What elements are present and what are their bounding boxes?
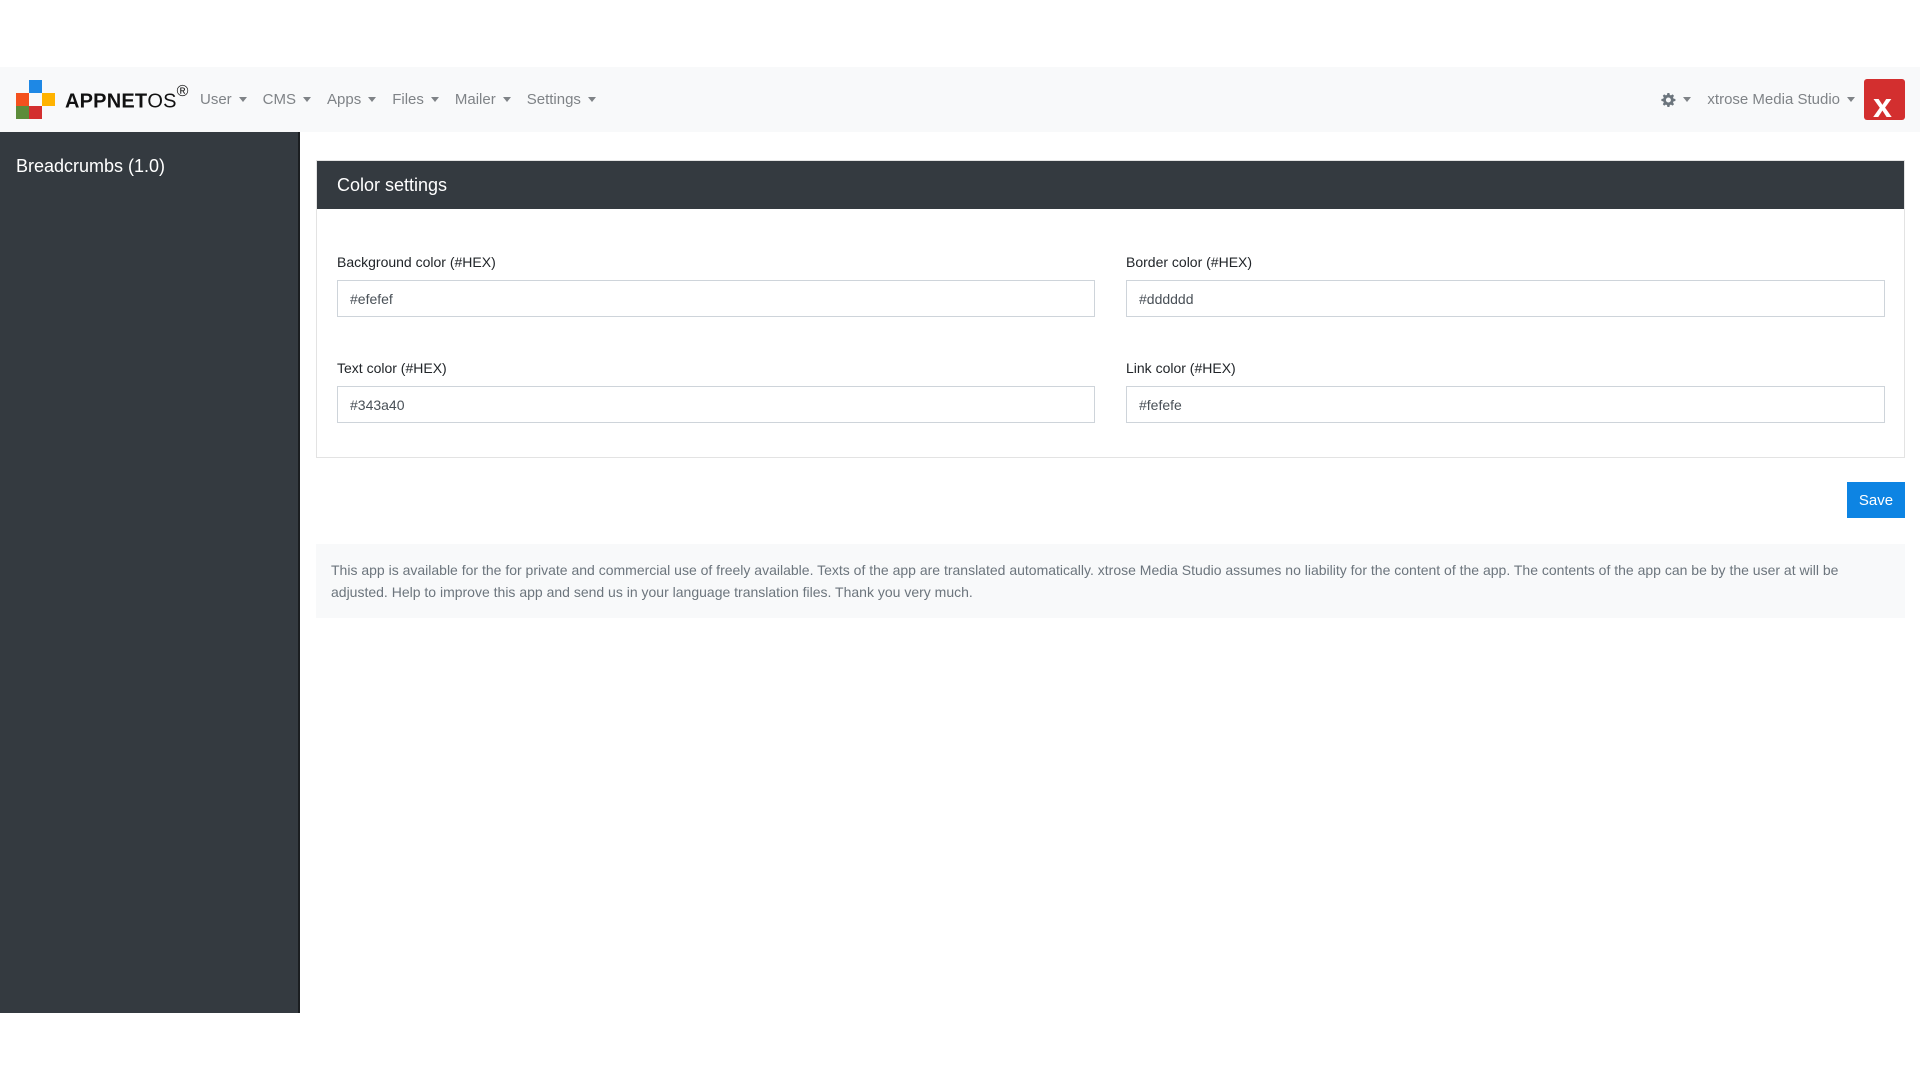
- caret-down-icon: [430, 97, 439, 102]
- caret-down-icon: [502, 97, 511, 102]
- caret-down-icon: [1847, 97, 1855, 102]
- border-color-label: Border color (#HEX): [1126, 254, 1253, 270]
- save-button[interactable]: Save: [1847, 482, 1905, 518]
- sidebar: Breadcrumbs (1.0): [0, 132, 300, 1013]
- menu-mailer-label: Mailer: [454, 91, 496, 108]
- background-color-input[interactable]: [337, 280, 1095, 317]
- caret-down-icon: [238, 97, 247, 102]
- xtrose-logo-icon[interactable]: x: [1864, 79, 1905, 120]
- menu-user-label: User: [200, 91, 232, 108]
- menu-apps-label: Apps: [327, 91, 362, 108]
- caret-down-icon: [587, 97, 596, 102]
- caret-down-icon: [1683, 97, 1692, 102]
- settings-dropdown[interactable]: [1660, 92, 1692, 108]
- top-navbar: APPNETOS® User CMS Apps Files Mailer Set…: [0, 67, 1920, 132]
- app-title: Breadcrumbs (1.0): [16, 156, 166, 176]
- menu-settings[interactable]: Settings: [527, 91, 596, 108]
- caret-down-icon: [368, 97, 377, 102]
- info-notice: This app is available for the for privat…: [316, 544, 1905, 618]
- background-color-label: Background color (#HEX): [337, 254, 496, 270]
- caret-down-icon: [303, 97, 312, 102]
- text-color-input[interactable]: [337, 386, 1095, 423]
- menu-cms[interactable]: CMS: [262, 91, 312, 108]
- card-title: Color settings: [317, 161, 1904, 209]
- menu-settings-label: Settings: [526, 91, 581, 108]
- nav-right: xtrose Media Studio x: [1660, 67, 1905, 132]
- menu-user[interactable]: User: [200, 91, 247, 108]
- menu-files[interactable]: Files: [392, 91, 439, 108]
- menu-apps[interactable]: Apps: [327, 91, 377, 108]
- appnetos-logo-icon: [16, 80, 56, 120]
- menu-files-label: Files: [392, 91, 424, 108]
- gear-icon: [1661, 92, 1676, 107]
- link-color-input[interactable]: [1126, 386, 1885, 423]
- menu-cms-label: CMS: [262, 91, 297, 108]
- user-dropdown[interactable]: xtrose Media Studio: [1707, 91, 1855, 108]
- link-color-label: Link color (#HEX): [1126, 360, 1236, 376]
- brand-name: APPNETOS®: [65, 82, 189, 113]
- text-color-label: Text color (#HEX): [337, 360, 447, 376]
- brand[interactable]: APPNETOS®: [16, 80, 189, 120]
- border-color-input[interactable]: [1126, 280, 1885, 317]
- user-name: xtrose Media Studio: [1707, 91, 1840, 108]
- main-menu: User CMS Apps Files Mailer Settings: [200, 67, 612, 132]
- menu-mailer[interactable]: Mailer: [455, 91, 511, 108]
